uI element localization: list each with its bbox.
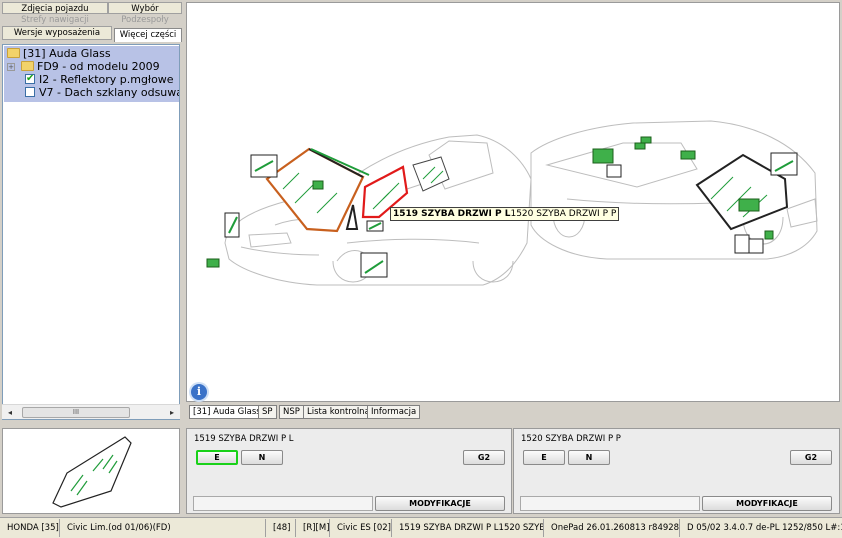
button-n[interactable]: N	[568, 450, 610, 465]
tab-strip: Zdjęcia pojazdu Wybór Strefy nawigacji P…	[2, 2, 182, 44]
status-rm: [R][M]	[298, 519, 330, 537]
folder-icon	[7, 48, 20, 58]
status-bar: HONDA [35] Civic Lim.(od 01/06)(FD) [48]…	[0, 517, 842, 538]
status-app-version: OnePad 26.01.260813 r849281	[546, 519, 680, 537]
info-icon[interactable]: i	[191, 384, 207, 400]
part-panel-left: 1519 SZYBA DRZWI P L E N G2 MODYFIKACJE	[186, 428, 512, 514]
scrollbar-thumb[interactable]: III	[22, 407, 130, 418]
button-g2[interactable]: G2	[790, 450, 832, 465]
part-callout: 1519 SZYBA DRZWI P L1520 SZYBA DRZWI P P	[390, 207, 620, 221]
callout-right-label: 1520 SZYBA DRZWI P P	[510, 209, 617, 219]
tab-information[interactable]: Informacja	[367, 405, 421, 419]
part-title: 1520 SZYBA DRZWI P P	[521, 434, 621, 444]
tree-horizontal-scrollbar[interactable]: ◂ III ▸	[2, 404, 180, 419]
tab-equipment-versions[interactable]: Wersje wyposażenia	[2, 26, 112, 40]
status-version: Civic ES [02]	[332, 519, 392, 537]
status-info: D 05/02 3.4.0.7 de-PL 1252/850 L#:1	[687, 523, 842, 533]
folder-icon	[21, 61, 34, 71]
tree-item-label: V7 - Dach szklany odsuwa	[39, 86, 180, 99]
tab-selection[interactable]: Wybór	[108, 2, 182, 14]
vehicle-diagram	[206, 120, 818, 286]
tab-auda-glass[interactable]: [31] Auda Glass	[189, 405, 265, 419]
status-model: Civic Lim.(od 01/06)(FD)	[62, 519, 266, 537]
tab-subassemblies: Podzespoły	[121, 15, 169, 25]
status-part: 1519 SZYBA DRZWI P L1520 SZYBA D	[394, 519, 544, 537]
scroll-right-icon[interactable]: ▸	[166, 407, 178, 418]
tab-nsp[interactable]: NSP	[279, 405, 304, 419]
part-preview	[2, 428, 180, 514]
button-e[interactable]: E	[523, 450, 565, 465]
part-title: 1519 SZYBA DRZWI P L	[194, 434, 294, 444]
modifications-button[interactable]: MODYFIKACJE	[702, 496, 832, 511]
tree-item-i2[interactable]: I2 - Reflektory p.mgłowe	[25, 72, 174, 86]
modifications-button[interactable]: MODYFIKACJE	[375, 496, 505, 511]
part-panel-right: 1520 SZYBA DRZWI P P E N G2 MODYFIKACJE	[513, 428, 840, 514]
callout-left-label: 1519 SZYBA DRZWI P L	[393, 209, 511, 219]
tab-vehicle-photos[interactable]: Zdjęcia pojazdu	[2, 2, 108, 14]
equipment-tree: [31] Auda Glass + FD9 - od modelu 2009 I2…	[2, 44, 180, 420]
modification-field[interactable]	[193, 496, 373, 511]
tab-checklist[interactable]: Lista kontrolna	[303, 405, 374, 419]
checkbox-empty-icon[interactable]	[25, 87, 35, 97]
modification-field[interactable]	[520, 496, 700, 511]
scroll-left-icon[interactable]: ◂	[4, 407, 16, 418]
button-e[interactable]: E	[196, 450, 238, 465]
tree-item-label: FD9 - od modelu 2009	[37, 60, 160, 73]
tree-item-label: I2 - Reflektory p.mgłowe	[39, 73, 174, 86]
door-glass-preview	[52, 436, 132, 508]
status-code: [48]	[268, 519, 296, 537]
tree-item-v7[interactable]: V7 - Dach szklany odsuwa	[25, 86, 180, 99]
tab-sp[interactable]: SP	[258, 405, 277, 419]
expand-icon[interactable]: +	[7, 63, 15, 71]
button-n[interactable]: N	[241, 450, 283, 465]
tree-root[interactable]: [31] Auda Glass	[7, 47, 111, 60]
tab-more-parts[interactable]: Więcej części	[114, 28, 182, 42]
vehicle-diagram-canvas[interactable]	[186, 2, 840, 402]
button-g2[interactable]: G2	[463, 450, 505, 465]
checkbox-checked-icon[interactable]	[25, 72, 35, 85]
tree-root-label: [31] Auda Glass	[23, 47, 111, 60]
tab-navigation-zones: Strefy nawigacji	[21, 15, 89, 25]
status-make: HONDA [35]	[2, 519, 60, 537]
